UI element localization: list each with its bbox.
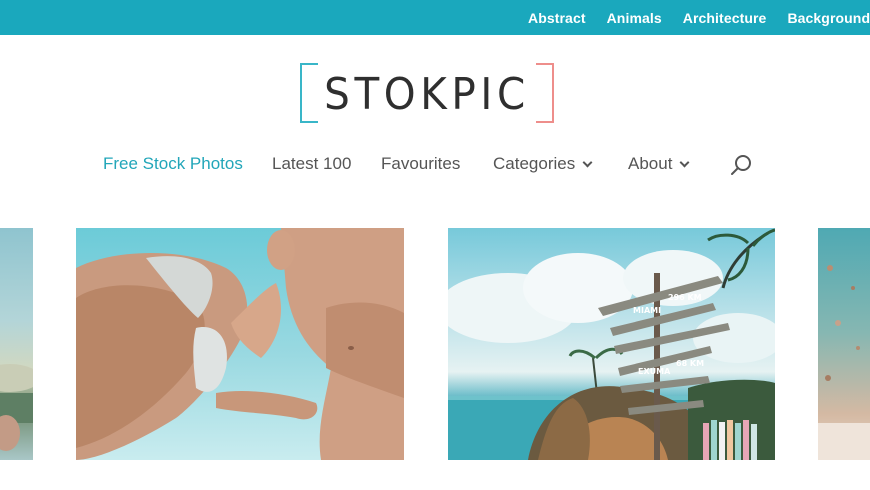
nav-item-about-label: About xyxy=(628,154,673,173)
chevron-down-icon xyxy=(582,157,593,168)
search-button[interactable] xyxy=(730,153,754,177)
search-icon xyxy=(731,155,751,175)
nav-item-favourites[interactable]: Favourites xyxy=(381,154,460,174)
sign-text-exuma: EXUMA xyxy=(638,367,671,376)
chevron-down-icon xyxy=(679,157,690,168)
logo-wordmark: STOKPIC xyxy=(324,69,530,120)
top-category-bar: Abstract Animals Architecture Background… xyxy=(0,0,870,35)
sign-text-68km: 68 KM xyxy=(676,359,704,368)
photo-thumbnail-signpost[interactable]: MIAMI 296 KM EXUMA 68 KM xyxy=(448,228,775,460)
sign-text-296km: 296 KM xyxy=(668,293,702,302)
photo-image xyxy=(0,364,33,451)
photo-image xyxy=(818,265,870,460)
site-logo[interactable]: STOKPIC xyxy=(298,63,556,125)
main-navigation: Free Stock Photos Latest 100 Favourites … xyxy=(0,150,870,178)
photo-image: MIAMI 296 KM EXUMA 68 KM xyxy=(448,228,775,460)
nav-item-about[interactable]: About xyxy=(628,154,690,174)
nav-item-free-stock-photos[interactable]: Free Stock Photos xyxy=(103,154,243,174)
category-link-abstract[interactable]: Abstract xyxy=(528,10,586,26)
photo-thumbnail-left-partial[interactable] xyxy=(0,228,33,460)
category-link-animals[interactable]: Animals xyxy=(607,10,662,26)
photo-thumbnail-right-partial[interactable] xyxy=(818,228,870,460)
category-link-backgrounds[interactable]: Backgrounds xyxy=(787,10,870,26)
nav-item-categories[interactable]: Categories xyxy=(493,154,593,174)
photo-thumbnail-couple[interactable] xyxy=(76,228,404,460)
nav-item-categories-label: Categories xyxy=(493,154,576,173)
category-links: Abstract Animals Architecture Background… xyxy=(528,0,870,35)
category-link-architecture[interactable]: Architecture xyxy=(683,10,767,26)
nav-item-latest-100[interactable]: Latest 100 xyxy=(272,154,351,174)
sign-text-miami: MIAMI xyxy=(633,306,661,315)
photo-image xyxy=(76,228,404,460)
logo-right-bracket xyxy=(536,63,554,123)
